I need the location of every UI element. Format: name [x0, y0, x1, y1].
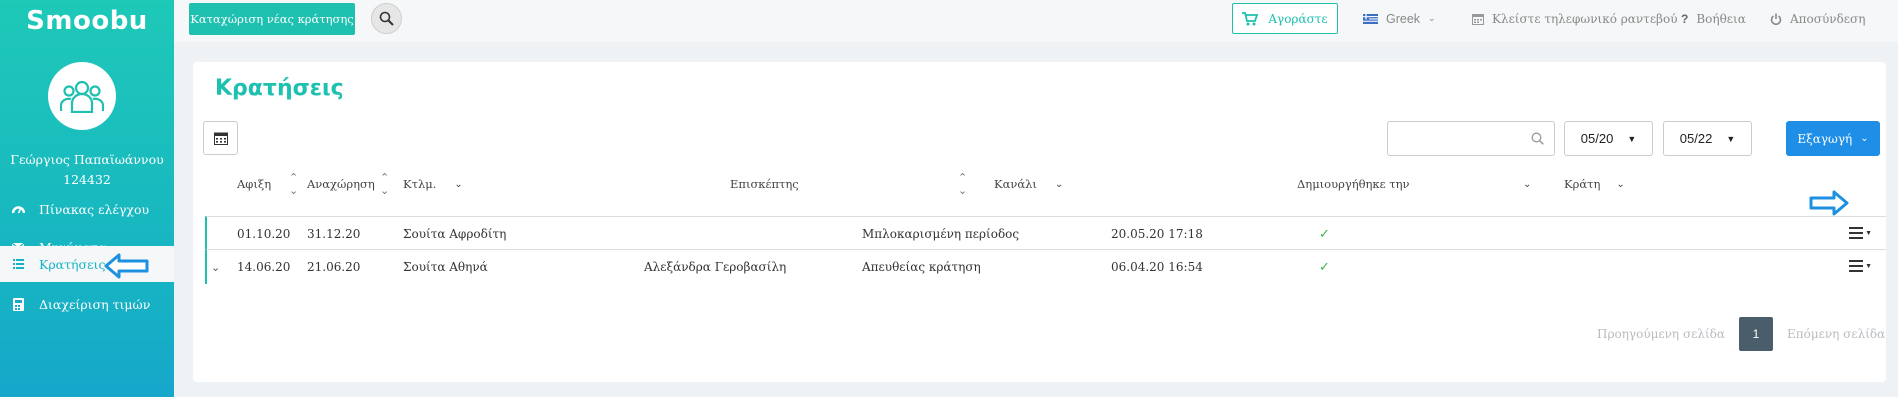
- chevron-down-icon: ⌄: [1054, 178, 1064, 190]
- channel-cell: Απευθείας κράτηση: [862, 260, 981, 274]
- arrival-cell: 01.10.20: [237, 227, 291, 241]
- calendar-icon: [213, 132, 228, 145]
- table-row[interactable]: ⌄ 14.06.20 21.06.20 Σουίτα Αθηνά Αλεξάνδ…: [205, 250, 1886, 284]
- column-header-label: Αναχώρηση: [307, 177, 375, 191]
- phone-appointment-label: Κλείστε τηλεφωνικό ραντεβού: [1492, 11, 1678, 26]
- sort-icon[interactable]: ⌃ ⌄: [958, 171, 967, 197]
- sidebar-item-label: Διαχείριση τιμών: [39, 296, 151, 312]
- export-label: Εξαγωγή: [1797, 131, 1853, 146]
- caret-down-icon: ▼: [1865, 229, 1872, 237]
- question-icon: ?: [1681, 11, 1689, 26]
- prev-page-button[interactable]: Προηγούμενη σελίδα: [1597, 317, 1725, 351]
- calendar-view-button[interactable]: [203, 121, 238, 155]
- booked-check-icon: ✓: [1319, 259, 1330, 275]
- app-logo[interactable]: Smoobu: [0, 0, 174, 42]
- unit-cell: Σουίτα Αφροδίτη: [403, 227, 507, 241]
- column-header-departure[interactable]: Αναχώρηση: [307, 174, 375, 194]
- date-from-select[interactable]: 05/20 ▼: [1564, 121, 1653, 156]
- search-icon: [1531, 132, 1544, 145]
- date-from-value: 05/20: [1580, 131, 1614, 146]
- sidebar-item-price-management[interactable]: Διαχείριση τιμών: [0, 282, 174, 326]
- channel-cell: Μπλοκαρισμένη περίοδος: [862, 227, 1020, 241]
- column-header-created[interactable]: Δημιουργήθηκε την: [1297, 174, 1409, 194]
- chevron-down-icon: ⌄: [1616, 178, 1625, 190]
- column-header-booked[interactable]: Κράτη ⌄: [1564, 174, 1625, 194]
- date-to-value: 05/22: [1679, 131, 1713, 146]
- booked-check-icon: ✓: [1319, 226, 1330, 242]
- bookings-panel: Κρατήσεις 05/20 ▼ 05/22 ▼ Εξαγωγή ⌄ Αφιξ…: [193, 62, 1886, 382]
- calendar-icon: [1472, 13, 1484, 25]
- column-header-label: Επισκέπτης: [730, 177, 799, 191]
- sidebar: Smoobu Γεώργιος Παπαϊωάννου 124432 Πίνακ…: [0, 0, 174, 397]
- page-title: Κρατήσεις: [215, 76, 344, 101]
- created-cell: 06.04.20 16:54: [1111, 260, 1203, 274]
- logout-link[interactable]: Αποσύνδεση: [1770, 3, 1865, 34]
- phone-appointment-link[interactable]: Κλείστε τηλεφωνικό ραντεβού: [1472, 3, 1678, 34]
- export-button[interactable]: Εξαγωγή ⌄: [1786, 121, 1880, 156]
- current-page-button[interactable]: 1: [1739, 317, 1773, 351]
- date-to-select[interactable]: 05/22 ▼: [1663, 121, 1752, 156]
- column-header-unit[interactable]: Κτλμ. ⌄: [403, 174, 463, 194]
- user-name: Γεώργιος Παπαϊωάννου: [10, 152, 164, 167]
- column-header-channel[interactable]: Κανάλι ⌄: [994, 174, 1063, 194]
- caret-down-icon: ▼: [1865, 262, 1872, 270]
- column-header-label: Κανάλι: [994, 177, 1037, 191]
- pointer-arrow-right-icon: [1809, 190, 1849, 216]
- departure-cell: 21.06.20: [307, 260, 361, 274]
- global-search-button[interactable]: [371, 3, 402, 34]
- unit-cell: Σουίτα Αθηνά: [403, 260, 488, 274]
- caret-down-icon: ▼: [1627, 133, 1637, 144]
- caret-down-icon: ▼: [1726, 133, 1736, 144]
- next-page-button[interactable]: Επόμενη σελίδα: [1787, 317, 1885, 351]
- search-icon: [379, 11, 394, 26]
- dashboard-icon: [11, 203, 25, 217]
- column-header-label: Κράτη: [1564, 177, 1601, 191]
- arrival-cell: 14.06.20: [237, 260, 291, 274]
- sort-icon[interactable]: ⌃ ⌄: [380, 171, 389, 197]
- topbar: Καταχώριση νέας κράτησης Αγοράστε Greek …: [174, 0, 1898, 42]
- language-label: Greek: [1386, 11, 1421, 26]
- user-info: Γεώργιος Παπαϊωάννου 124432: [0, 150, 174, 190]
- row-menu-button[interactable]: ▼: [1849, 227, 1872, 239]
- column-header-label: Δημιουργήθηκε την: [1297, 177, 1410, 191]
- greek-flag-icon: [1363, 13, 1378, 24]
- sidebar-item-label: Κρατήσεις: [39, 256, 106, 272]
- column-header-guest[interactable]: Επισκέπτης: [730, 174, 799, 194]
- column-header-arrival[interactable]: Αφιξη: [237, 174, 271, 194]
- logout-label: Αποσύνδεση: [1790, 11, 1866, 26]
- pointer-arrow-left-icon: [104, 253, 149, 279]
- buy-label: Αγοράστε: [1268, 11, 1328, 26]
- power-icon: [1770, 13, 1782, 25]
- booking-search-input[interactable]: [1387, 121, 1555, 156]
- cart-icon: [1242, 11, 1259, 25]
- row-menu-button[interactable]: ▼: [1849, 260, 1872, 272]
- chevron-down-icon[interactable]: ⌄: [1523, 174, 1531, 194]
- expand-chevron-icon[interactable]: ⌄: [211, 250, 220, 284]
- sort-icon[interactable]: ⌃ ⌄: [289, 171, 298, 197]
- buy-button[interactable]: Αγοράστε: [1232, 3, 1338, 34]
- table-row[interactable]: 01.10.20 31.12.20 Σουίτα Αφροδίτη Μπλοκα…: [205, 216, 1886, 250]
- column-header-label: Κτλμ.: [403, 177, 437, 191]
- language-selector[interactable]: Greek ⌄: [1363, 3, 1436, 34]
- help-label: Βοήθεια: [1696, 11, 1746, 26]
- chevron-down-icon: ⌄: [1860, 133, 1869, 144]
- calculator-icon: [11, 297, 25, 311]
- chevron-down-icon: ⌄: [1428, 13, 1436, 24]
- help-link[interactable]: ? Βοήθεια: [1681, 3, 1746, 34]
- hamburger-icon: [1849, 260, 1864, 272]
- column-header-label: Αφιξη: [237, 177, 272, 191]
- users-icon: [60, 80, 104, 113]
- hamburger-icon: [1849, 227, 1864, 239]
- chevron-down-icon: ⌄: [454, 178, 463, 190]
- new-booking-button[interactable]: Καταχώριση νέας κράτησης: [189, 3, 355, 35]
- created-cell: 20.05.20 17:18: [1111, 227, 1203, 241]
- departure-cell: 31.12.20: [307, 227, 361, 241]
- user-avatar[interactable]: [48, 62, 116, 130]
- guest-cell: Αλεξάνδρα Γεροβασίλη: [644, 260, 787, 274]
- sidebar-item-label: Πίνακας ελέγχου: [39, 202, 150, 217]
- list-icon: [11, 257, 25, 271]
